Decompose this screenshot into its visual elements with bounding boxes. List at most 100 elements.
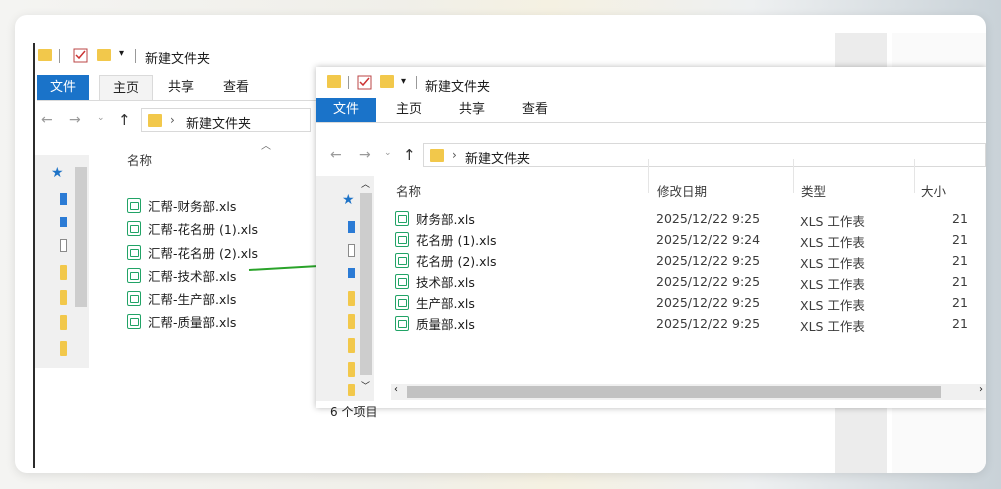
xls-file-icon bbox=[127, 291, 141, 306]
folder-icon bbox=[60, 341, 67, 356]
folder-icon bbox=[148, 114, 162, 127]
status-bar-item-count: 6 个项目 bbox=[330, 405, 378, 419]
forward-arrow-icon[interactable]: → bbox=[69, 112, 81, 128]
address-bar[interactable]: › 新建文件夹 bbox=[141, 108, 311, 132]
tab-view[interactable]: 查看 bbox=[210, 75, 262, 100]
file-name: 质量部.xls bbox=[416, 317, 475, 332]
list-item[interactable]: 汇帮-花名册 (2).xls bbox=[127, 242, 258, 263]
folder-icon bbox=[60, 290, 67, 305]
desktop-icon bbox=[60, 193, 67, 205]
xls-file-icon bbox=[127, 221, 141, 236]
table-row[interactable]: 技术部.xls 2025/12/22 9:25 XLS 工作表 21 bbox=[392, 271, 986, 292]
list-item[interactable]: 汇帮-财务部.xls bbox=[127, 195, 236, 216]
folder-icon[interactable] bbox=[326, 74, 342, 90]
folder-icon bbox=[348, 291, 355, 306]
horizontal-scrollbar[interactable]: ‹ › bbox=[391, 384, 986, 400]
xls-file-icon bbox=[395, 274, 409, 289]
file-modified: 2025/12/22 9:25 bbox=[656, 274, 761, 289]
scroll-down-icon[interactable]: ﹀ bbox=[361, 379, 370, 392]
checkbox-icon[interactable] bbox=[357, 74, 373, 91]
pin-icon[interactable]: ★ bbox=[51, 165, 64, 181]
downloads-icon bbox=[60, 217, 67, 227]
folder-icon bbox=[348, 384, 355, 396]
tab-file[interactable]: 文件 bbox=[37, 75, 90, 100]
back-arrow-icon[interactable]: ← bbox=[41, 112, 53, 128]
up-arrow-icon[interactable]: ↑ bbox=[118, 111, 131, 129]
table-row[interactable]: 财务部.xls 2025/12/22 9:25 XLS 工作表 21 bbox=[392, 208, 986, 229]
column-header-name[interactable]: 名称 bbox=[127, 150, 152, 169]
table-row[interactable]: 花名册 (1).xls 2025/12/22 9:24 XLS 工作表 21 bbox=[392, 229, 986, 250]
folder-icon[interactable] bbox=[37, 47, 53, 63]
list-item[interactable]: 汇帮-技术部.xls bbox=[127, 265, 236, 286]
column-header-modified[interactable]: 修改日期 bbox=[657, 181, 707, 200]
back-arrow-icon[interactable]: ← bbox=[330, 147, 342, 163]
tab-share[interactable]: 共享 bbox=[155, 75, 207, 100]
xls-file-icon bbox=[395, 316, 409, 331]
xls-file-icon bbox=[127, 245, 141, 260]
xls-file-icon bbox=[127, 198, 141, 213]
tab-file[interactable]: 文件 bbox=[316, 98, 377, 122]
folder-icon bbox=[348, 314, 355, 329]
documents-icon bbox=[60, 239, 67, 252]
file-name: 技术部.xls bbox=[416, 275, 475, 290]
folder-icon[interactable] bbox=[379, 74, 395, 90]
ribbon-tabs: 文件 主页 共享 查看 bbox=[316, 98, 986, 123]
breadcrumb: 新建文件夹 bbox=[186, 117, 252, 132]
checkbox-icon[interactable] bbox=[73, 47, 89, 64]
column-header-name[interactable]: 名称 bbox=[396, 181, 421, 200]
table-row[interactable]: 花名册 (2).xls 2025/12/22 9:25 XLS 工作表 21 bbox=[392, 250, 986, 271]
xls-file-icon bbox=[127, 268, 141, 283]
tab-view[interactable]: 查看 bbox=[505, 98, 565, 122]
scroll-left-icon[interactable]: ‹ bbox=[394, 384, 398, 395]
file-type: XLS 工作表 bbox=[800, 319, 865, 334]
list-item[interactable]: 汇帮-质量部.xls bbox=[127, 311, 236, 332]
file-type: XLS 工作表 bbox=[800, 277, 865, 292]
xls-file-icon bbox=[127, 314, 141, 329]
window-title: 新建文件夹 bbox=[145, 52, 211, 67]
desktop-icon bbox=[348, 221, 355, 233]
column-header-size[interactable]: 大小 bbox=[921, 181, 946, 200]
table-row[interactable]: 生产部.xls 2025/12/22 9:25 XLS 工作表 21 bbox=[392, 292, 986, 313]
dropdown-arrow-icon[interactable]: ▾ bbox=[401, 76, 406, 87]
file-name: 财务部.xls bbox=[416, 212, 475, 227]
forward-arrow-icon[interactable]: → bbox=[359, 147, 371, 163]
list-item[interactable]: 汇帮-生产部.xls bbox=[127, 288, 236, 309]
file-size: 21 bbox=[952, 316, 968, 331]
file-modified: 2025/12/22 9:25 bbox=[656, 253, 761, 268]
file-modified: 2025/12/22 9:25 bbox=[656, 295, 761, 310]
file-size: 21 bbox=[952, 232, 968, 247]
xls-file-icon bbox=[395, 295, 409, 310]
chevron-down-icon[interactable]: ⌄ bbox=[97, 113, 105, 123]
dropdown-arrow-icon[interactable]: ▾ bbox=[119, 48, 124, 59]
scroll-up-icon[interactable]: ︿ bbox=[361, 177, 370, 190]
table-row[interactable]: 质量部.xls 2025/12/22 9:25 XLS 工作表 21 bbox=[392, 313, 986, 334]
file-name: 生产部.xls bbox=[416, 296, 475, 311]
window-title: 新建文件夹 bbox=[425, 80, 491, 95]
file-modified: 2025/12/22 9:24 bbox=[656, 232, 761, 247]
scroll-right-icon[interactable]: › bbox=[979, 384, 983, 395]
screenshot-card: ▾ 新建文件夹 文件 主页 共享 查看 ← → ⌄ ↑ › 新建文件夹 ★ ︿ … bbox=[15, 15, 986, 473]
file-modified: 2025/12/22 9:25 bbox=[656, 316, 761, 331]
nav-scrollbar[interactable]: ︿ ﹀ bbox=[358, 176, 374, 398]
folder-icon bbox=[60, 315, 67, 330]
folder-icon[interactable] bbox=[96, 47, 112, 63]
folder-icon bbox=[348, 362, 355, 377]
list-item[interactable]: 汇帮-花名册 (1).xls bbox=[127, 218, 258, 239]
documents-icon bbox=[348, 244, 355, 257]
file-size: 21 bbox=[952, 295, 968, 310]
column-header-type[interactable]: 类型 bbox=[801, 181, 826, 200]
file-modified: 2025/12/22 9:25 bbox=[656, 211, 761, 226]
scrollbar-thumb[interactable] bbox=[407, 386, 941, 398]
front-explorer-window: ▾ 新建文件夹 文件 主页 共享 查看 ← → ⌄ ↑ › 新建文件夹 ★ ︿ … bbox=[316, 67, 986, 419]
file-name: 花名册 (2).xls bbox=[416, 254, 497, 269]
file-size: 21 bbox=[952, 211, 968, 226]
pin-icon[interactable]: ★ bbox=[342, 192, 355, 208]
file-type: XLS 工作表 bbox=[800, 214, 865, 229]
tab-home[interactable]: 主页 bbox=[379, 98, 440, 122]
chevron-down-icon[interactable]: ⌄ bbox=[384, 148, 392, 158]
file-size: 21 bbox=[952, 253, 968, 268]
tab-home[interactable]: 主页 bbox=[99, 75, 154, 100]
tab-share[interactable]: 共享 bbox=[442, 98, 502, 122]
xls-file-icon bbox=[395, 211, 409, 226]
nav-scrollbar[interactable] bbox=[73, 159, 89, 364]
